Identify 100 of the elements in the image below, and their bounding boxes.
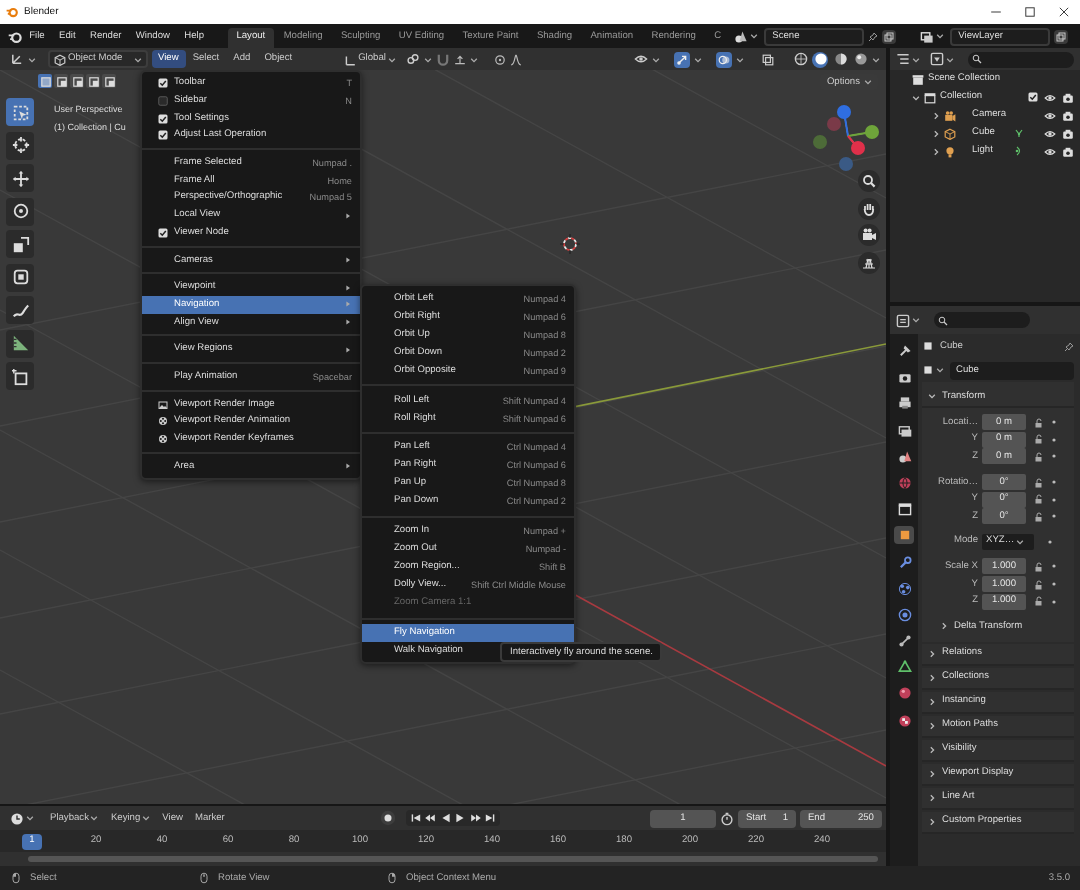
lock-icon[interactable]: [1034, 477, 1044, 488]
disclosure-icon[interactable]: [912, 93, 920, 101]
search-field[interactable]: [968, 51, 1074, 67]
checkbox-icon[interactable]: [158, 227, 168, 238]
editor-type-dropdown[interactable]: [6, 50, 39, 68]
eye-icon[interactable]: [1044, 127, 1056, 139]
lock-icon[interactable]: [1034, 596, 1044, 607]
lock-icon[interactable]: [1034, 434, 1044, 445]
gizmo-toggle-button[interactable]: [674, 51, 690, 67]
jump-start-icon[interactable]: [409, 812, 422, 824]
disclosure-icon[interactable]: [928, 392, 936, 400]
tool-button[interactable]: [6, 362, 34, 390]
xray-toggle-button[interactable]: [760, 51, 776, 67]
properties-tab[interactable]: [894, 605, 914, 624]
editor-type-dropdown[interactable]: [896, 313, 910, 327]
tool-button[interactable]: [6, 263, 34, 291]
properties-tab[interactable]: [894, 632, 914, 651]
disclosure-icon[interactable]: [928, 817, 936, 826]
select-mode-button[interactable]: [38, 74, 52, 88]
list-icon[interactable]: [896, 52, 910, 66]
scrollbar[interactable]: [28, 856, 878, 862]
tool-button[interactable]: [6, 197, 34, 225]
disclosure-icon[interactable]: [932, 129, 940, 137]
falloff-icon[interactable]: [510, 53, 523, 65]
minimize-icon[interactable]: [990, 6, 1002, 18]
tool-button[interactable]: [6, 230, 34, 258]
copy-icon[interactable]: [884, 31, 895, 41]
magnet-icon[interactable]: [436, 52, 451, 66]
eye-icon[interactable]: [1044, 91, 1056, 103]
filter-icon[interactable]: [930, 52, 944, 66]
lock-icon[interactable]: [1034, 511, 1044, 522]
snap-icon[interactable]: [454, 53, 467, 65]
disclosure-icon[interactable]: [928, 745, 936, 754]
close-icon[interactable]: [1058, 6, 1070, 18]
hand-icon[interactable]: [858, 197, 880, 219]
select-mode-button[interactable]: [102, 74, 116, 88]
lock-icon[interactable]: [1034, 494, 1044, 505]
camera-icon[interactable]: [1062, 109, 1074, 121]
properties-tab[interactable]: [894, 368, 914, 387]
lock-icon[interactable]: [1034, 417, 1044, 428]
proportional-icon[interactable]: [494, 53, 507, 65]
shading-button[interactable]: [852, 51, 868, 67]
eye-icon[interactable]: [634, 52, 648, 66]
lock-icon[interactable]: [1034, 451, 1044, 462]
jump-end-icon[interactable]: [484, 812, 497, 824]
shading-button[interactable]: [792, 51, 808, 67]
disclosure-icon[interactable]: [940, 622, 948, 631]
disclosure-icon[interactable]: [932, 147, 940, 155]
link-icon[interactable]: [406, 52, 421, 66]
play-icon[interactable]: [454, 812, 467, 824]
properties-tab[interactable]: [894, 421, 914, 440]
lock-icon[interactable]: [1034, 579, 1044, 590]
tool-button[interactable]: [6, 164, 34, 192]
disclosure-icon[interactable]: [932, 111, 940, 119]
checkbox-icon[interactable]: [158, 130, 168, 141]
camera-icon[interactable]: [1062, 127, 1074, 139]
copy-icon[interactable]: [1056, 31, 1067, 41]
camera-icon[interactable]: [858, 224, 880, 246]
camera-icon[interactable]: [1062, 145, 1074, 157]
properties-tab[interactable]: [894, 447, 914, 466]
disclosure-icon[interactable]: [928, 697, 936, 706]
checkbox-icon[interactable]: [158, 96, 168, 107]
shading-button[interactable]: [832, 51, 848, 67]
disclosure-icon[interactable]: [928, 649, 936, 658]
tool-button[interactable]: [6, 329, 34, 357]
play-reverse-icon[interactable]: [439, 812, 452, 824]
grid-icon[interactable]: [858, 251, 880, 273]
tool-button[interactable]: [6, 296, 34, 324]
properties-tab[interactable]: [894, 711, 914, 730]
search-field[interactable]: [934, 312, 1030, 328]
properties-tab[interactable]: [894, 500, 914, 519]
properties-tab[interactable]: [894, 526, 914, 545]
select-mode-button[interactable]: [54, 74, 68, 88]
scene-dropdown[interactable]: [730, 27, 761, 45]
eye-icon[interactable]: [1044, 109, 1056, 121]
record-button-icon[interactable]: [379, 810, 396, 826]
disclosure-icon[interactable]: [928, 673, 936, 682]
properties-tab[interactable]: [894, 684, 914, 703]
properties-tab[interactable]: [894, 658, 914, 677]
properties-tab[interactable]: [894, 579, 914, 598]
next-keyframe-icon[interactable]: [469, 812, 482, 824]
zoom-icon[interactable]: [858, 170, 880, 192]
shading-button[interactable]: [812, 51, 828, 67]
app-logo-icon[interactable]: [8, 29, 22, 43]
properties-tab[interactable]: [894, 394, 914, 413]
stopwatch-icon[interactable]: [719, 811, 734, 825]
eye-icon[interactable]: [1044, 145, 1056, 157]
lock-icon[interactable]: [1034, 561, 1044, 572]
checkbox-icon[interactable]: [158, 78, 168, 89]
tool-button[interactable]: [6, 131, 34, 159]
pin-icon[interactable]: [1064, 341, 1074, 351]
disclosure-icon[interactable]: [928, 769, 936, 778]
properties-tab[interactable]: [894, 342, 914, 360]
disclosure-icon[interactable]: [928, 721, 936, 730]
checkbox-icon[interactable]: [1028, 92, 1038, 102]
object-dropdown[interactable]: [922, 364, 944, 376]
properties-tab[interactable]: [894, 553, 914, 571]
editor-type-dropdown[interactable]: [8, 811, 36, 825]
overlay-toggle-button[interactable]: [716, 51, 732, 67]
select-mode-button[interactable]: [70, 74, 84, 88]
